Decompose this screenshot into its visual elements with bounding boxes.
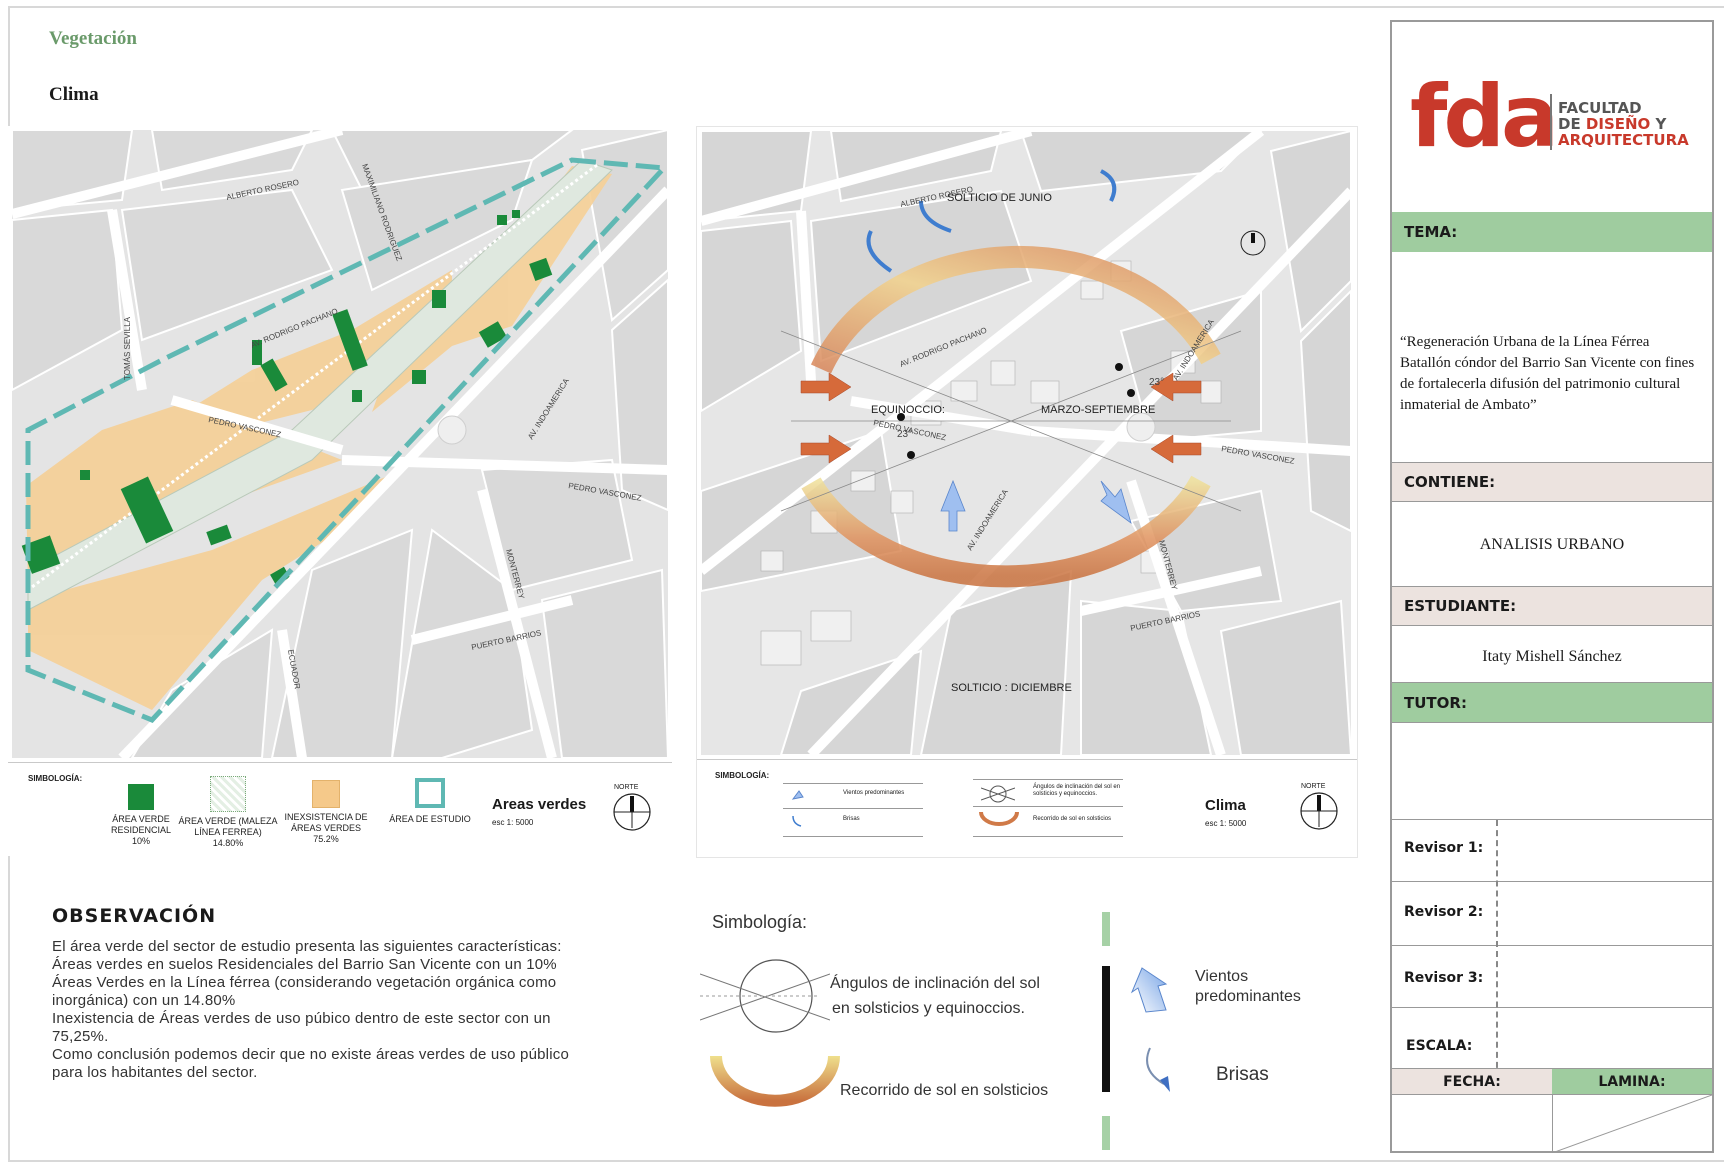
observation-line: para los habitantes del sector. [52, 1064, 258, 1081]
climate-map-title: Clima [1205, 797, 1246, 814]
observation-line: inorgánica) con un 14.80% [52, 992, 236, 1009]
contiene-text: ANALISIS URBANO [1479, 536, 1625, 553]
faculty-line-3: ARQUITECTURA [1558, 131, 1689, 149]
north-arrow-icon-right [1299, 791, 1339, 831]
vegetation-legend-title: SIMBOLOGÍA: [28, 774, 83, 783]
north-label-right: NORTE [1301, 783, 1326, 790]
tema-text: “Regeneración Urbana de la Línea Férrea … [1400, 334, 1695, 413]
label-solstice-december: SOLTICIO : DICIEMBRE [951, 682, 1072, 694]
observation-line: Inexistencia de Áreas verdes de uso púbi… [52, 1010, 551, 1027]
fecha-lamina-fields [1392, 1094, 1712, 1153]
symbol-breezes-label: Brisas [1216, 1064, 1269, 1085]
climate-map-scale: esc 1: 5000 [1205, 819, 1247, 828]
divider-black [1102, 966, 1110, 1092]
vegetation-map: ALBERTO ROSERO MAXIMILIANO RODRIGUEZ TOM… [12, 130, 668, 758]
breeze-symbol-icon [1140, 1044, 1180, 1100]
wind-arrow-icon [791, 788, 805, 800]
street-label-tomas-sevilla: TOMÁS SEVILLA [123, 316, 132, 380]
legend-item-railway-weeds: ÁREA VERDE (MALEZA LÍNEA FERREA) 14.80% [168, 776, 288, 849]
north-label-left: NORTE [614, 784, 639, 791]
divider-green-bottom [1102, 1116, 1110, 1150]
observation-line: Áreas Verdes en la Línea férrea (conside… [52, 974, 557, 991]
climate-map: SOLTICIO DE JUNIO SOLTICIO : DICIEMBRE E… [701, 131, 1351, 755]
symbol-sun-path-label: Recorrido de sol en solsticios [840, 1082, 1049, 1099]
legend-item-no-green: INEXSISTENCIA DE ÁREAS VERDES 75.2% [276, 780, 376, 845]
legend-swatch-residential [128, 784, 154, 810]
north-arrow-icon [612, 792, 652, 832]
legend-item-study-area: ÁREA DE ESTUDIO [380, 778, 480, 825]
sun-angle-symbol-icon [699, 958, 831, 1038]
vegetation-map-svg: ALBERTO ROSERO MAXIMILIANO RODRIGUEZ TOM… [12, 130, 668, 758]
vegetation-map-scale: esc 1: 5000 [492, 818, 534, 827]
faculty-logo: fda [1410, 67, 1559, 167]
revisor-3-row: Revisor 3: [1392, 946, 1712, 1008]
sun-path-icon [979, 810, 1019, 828]
estudiante-text: Itaty Mishell Sánchez [1482, 648, 1622, 665]
legend-swatch-no-green [312, 780, 340, 808]
revisor-1-label: Revisor 1: [1404, 840, 1484, 856]
breeze-icon [791, 814, 805, 828]
symbol-winds-label-2: predominantes [1195, 988, 1301, 1005]
symbol-winds-label: Vientos [1195, 968, 1249, 985]
faculty-line-2: DE DISEÑO Y [1558, 115, 1667, 133]
revisor-2-row: Revisor 2: [1392, 882, 1712, 946]
revisor-2-label: Revisor 2: [1404, 904, 1484, 920]
legend-label-winds: Vientos predominantes [843, 790, 905, 796]
sun-path-symbol-icon [710, 1050, 840, 1110]
climate-legend-block-2: Ángulos de inclinación del sol en solsti… [973, 779, 1123, 837]
escala-label: ESCALA: [1406, 1038, 1473, 1054]
observation-line: El área verde del sector de estudio pres… [52, 938, 562, 955]
tutor-field [1392, 722, 1712, 820]
legend-value-no-green: 75.2% [313, 834, 339, 844]
legend-label-breezes: Brisas [843, 816, 860, 822]
estudiante-header: ESTUDIANTE: [1392, 586, 1712, 626]
legend-label-railway-weeds: ÁREA VERDE (MALEZA LÍNEA FERREA) [178, 816, 278, 837]
sun-angle-icon [980, 784, 1016, 804]
lamina-diagonal [1552, 1095, 1712, 1153]
contiene-header: CONTIENE: [1392, 462, 1712, 502]
title-block: fda FACULTAD DE DISEÑO Y ARQUITECTURA TE… [1390, 20, 1714, 1153]
label-angle-right: 23° [1149, 377, 1164, 388]
observation-line: Áreas verdes en suelos Residenciales del… [52, 956, 557, 973]
legend-label-study-area: ÁREA DE ESTUDIO [389, 814, 471, 824]
wind-symbol-icon [1130, 966, 1176, 1016]
divider-green-top [1102, 912, 1110, 946]
vegetation-map-title: Areas verdes [492, 796, 587, 813]
heading-vegetacion: Vegetación [49, 28, 137, 49]
heading-clima: Clima [49, 84, 99, 105]
label-equinox: EQUINOCCIO: [871, 404, 945, 416]
observation-body: El área verde del sector de estudio pres… [52, 938, 612, 1082]
revisor-3-label: Revisor 3: [1404, 970, 1484, 986]
climate-legend-block-1: Vientos predominantes Brisas [783, 783, 923, 837]
climate-legend-title: SIMBOLOGÍA: [715, 771, 770, 780]
tutor-header: TUTOR: [1392, 682, 1712, 722]
revisor-1-row: Revisor 1: [1392, 820, 1712, 882]
symbol-sun-angles-label: Ángulos de inclinación del sol [830, 975, 1040, 992]
lamina-header: LAMINA: [1552, 1068, 1712, 1095]
legend-swatch-study-area [415, 778, 445, 808]
observation-line: Como conclusión podemos decir que no exi… [52, 1046, 569, 1063]
observation-line: 75,25%. [52, 1028, 109, 1045]
legend-swatch-railway-weeds [210, 776, 246, 812]
fecha-header: FECHA: [1392, 1068, 1552, 1095]
symbology-title: Simbología: [712, 912, 808, 932]
label-equinox-months: MARZO-SEPTIEMBRE [1041, 404, 1155, 416]
legend-label-no-green: INEXSISTENCIA DE ÁREAS VERDES [284, 812, 368, 833]
faculty-line-1: FACULTAD [1558, 99, 1642, 117]
observation-title: OBSERVACIÓN [52, 905, 217, 927]
legend-label-sun-path: Recorrido de sol en solsticios [1033, 816, 1112, 822]
logo-area: fda FACULTAD DE DISEÑO Y ARQUITECTURA [1392, 22, 1712, 212]
faculty-name: FACULTAD DE DISEÑO Y ARQUITECTURA [1558, 100, 1689, 148]
climate-map-panel: SOLTICIO DE JUNIO SOLTICIO : DICIEMBRE E… [696, 126, 1358, 858]
legend-value-railway-weeds: 14.80% [212, 838, 244, 848]
climate-map-svg: SOLTICIO DE JUNIO SOLTICIO : DICIEMBRE E… [701, 131, 1351, 755]
legend-label-sun-angles: Ángulos de inclinación del sol en solsti… [1033, 784, 1121, 797]
symbol-sun-angles-label-2: en solsticios y equinoccios. [832, 1000, 1025, 1017]
vegetation-map-panel: ALBERTO ROSERO MAXIMILIANO RODRIGUEZ TOM… [8, 126, 672, 856]
tema-header: TEMA: [1392, 212, 1712, 252]
